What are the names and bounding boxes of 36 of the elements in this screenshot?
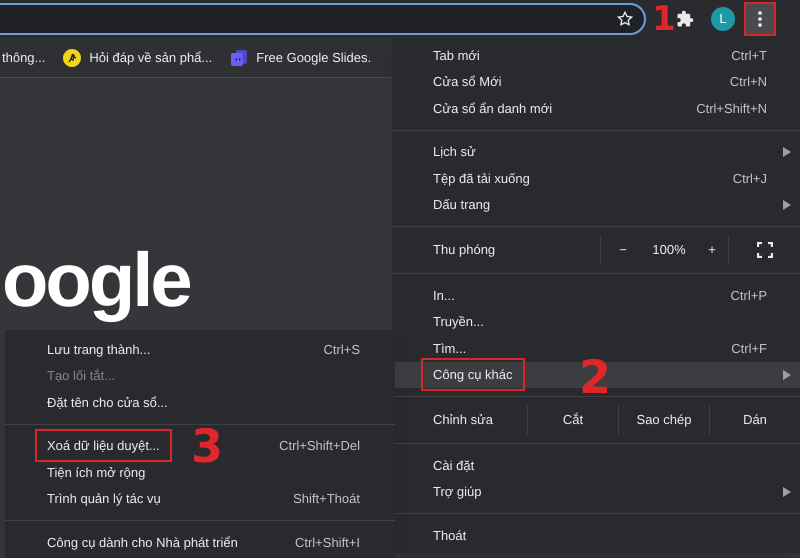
menu-item[interactable]: Tab mới Ctrl+T [392,42,800,68]
menu-item[interactable]: Lưu trang thành... Ctrl+S [5,336,395,362]
menu-item[interactable]: Đặt tên cho cửa sổ... [5,389,395,416]
edit-label: Chỉnh sửa [432,411,494,430]
bookmark[interactable]: Free Google Slides. [230,48,372,68]
menu-item[interactable]: Thoát [392,522,800,548]
more-icon [758,11,762,27]
zoom-in-button[interactable]: + [704,240,720,260]
step-number: 3 [191,422,224,468]
bookmark[interactable]: thông... [2,48,46,68]
edit-action-button[interactable]: Dán [709,405,800,435]
zoom-label: Thu phóng [432,241,496,260]
menu-item[interactable]: In... Ctrl+P [392,282,800,308]
star-icon[interactable] [616,10,634,28]
edit-action-button[interactable]: Sao chép [618,405,709,435]
menu-item[interactable]: Truyền... [392,308,800,335]
menu-item[interactable]: Trình quản lý tác vụ Shift+Thoát [5,486,395,512]
menu-item[interactable]: Cửa sổ Mới Ctrl+N [392,68,800,95]
edit-action-button[interactable]: Cắt [527,405,618,435]
menu-item[interactable]: Công cụ dành cho Nhà phát triển Ctrl+Shift+I [5,529,395,556]
menu-item[interactable]: Tệp đã tải xuống Ctrl+J [392,165,800,192]
menu-item[interactable]: Cài đặt [392,452,800,478]
menu-button[interactable] [744,2,776,36]
slides-icon [230,48,248,66]
zoom-level: 100% [651,241,687,260]
step-number: 2 [579,354,612,400]
runner-icon [63,48,82,66]
puzzle-icon[interactable] [676,10,694,28]
menu-item[interactable]: Lịch sử [392,138,800,165]
menu-item[interactable]: Cửa sổ ẩn danh mới Ctrl+Shift+N [392,95,800,122]
address-bar[interactable] [0,3,646,35]
fullscreen-icon[interactable] [756,242,772,258]
menu-item[interactable]: Dấu trang [392,192,800,218]
zoom-out-button[interactable]: − [615,240,631,260]
menu-item[interactable]: Trợ giúp [392,478,800,505]
bookmark[interactable]: Hỏi đáp về sản phẩ... [63,48,212,68]
